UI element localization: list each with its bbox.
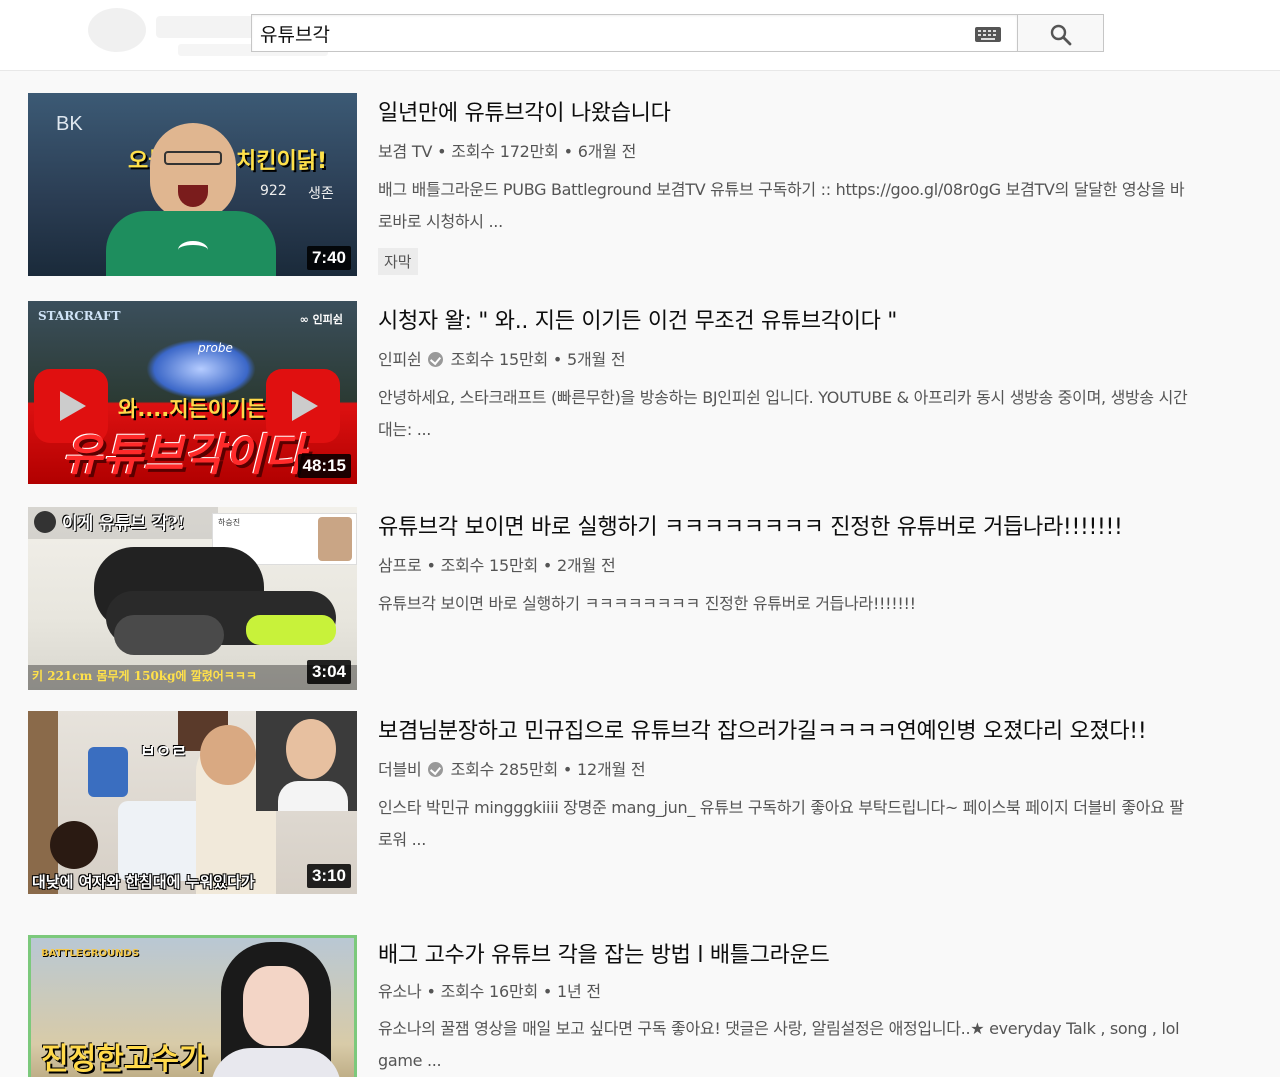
masthead [0,0,1280,71]
thumb-text: ㅂㅇㄹ [140,742,187,762]
thumb-text: 키 221cm 몸무게 150kg에 깔렸어ㅋㅋㅋ [32,669,257,683]
video-thumbnail[interactable]: STARCRAFT ∞ 인피쉰 probe 와....지든이기든 유튜브각이다 … [28,301,357,484]
video-meta: 삼프로 • 조회수 15만회 • 2개월 전 [378,556,616,575]
video-info: 일년만에 유튜브각이 나왔습니다 보겸 TV • 조회수 172만회 • 6개월… [378,93,1185,275]
view-count: 조회수 15만회 [440,556,539,575]
channel-name[interactable]: 삼프로 [378,556,422,575]
video-thumbnail[interactable]: 이게 유튜브 각?! 하승진 키 221cm 몸무게 150kg에 깔렸어ㅋㅋㅋ… [28,507,357,690]
video-meta: 더블비 조회수 285만회 • 12개월 전 [378,760,646,779]
verified-icon [427,762,443,777]
video-duration: 3:10 [306,864,351,888]
channel-name[interactable]: 보겸 TV [378,142,432,161]
search-box [251,14,1018,52]
upload-age: 2개월 전 [557,556,616,575]
upload-age: 12개월 전 [577,760,646,779]
thumb-text: 이게 유튜브 각?! [62,514,186,534]
keyboard-icon[interactable] [975,27,1001,42]
view-count: 조회수 15만회 [450,350,549,369]
video-duration: 7:40 [306,246,351,270]
video-info: 배그 고수가 유튜브 각을 잡는 방법 l 배틀그라운드 유소나 • 조회수 1… [378,935,1180,1077]
video-info: 유튜브각 보이면 바로 실행하기 ㅋㅋㅋㅋㅋㅋㅋㅋ 진정한 유튜버로 거듭나라!… [378,507,1178,620]
video-title[interactable]: 시청자 왈: " 와.. 지든 이기든 이건 무조건 유튜브각이다 " [378,301,1178,343]
upload-age: 1년 전 [557,982,601,1001]
video-thumbnail[interactable]: ㅂㅇㄹ 대낮에 여자와 한침대에 누워있다가 3:10 [28,711,357,894]
thumb-text: BATTLEGROUNDS [41,948,140,959]
video-title[interactable]: 유튜브각 보이면 바로 실행하기 ㅋㅋㅋㅋㅋㅋㅋㅋ 진정한 유튜버로 거듭나라!… [378,507,1178,549]
thumb-text: ∞ 인피쉰 [299,313,343,326]
video-description: 유소나의 꿀잼 영상을 매일 보고 싶다면 구독 좋아요! 댓글은 사랑, 알림… [378,1019,1180,1070]
channel-name[interactable]: 더블비 [378,760,422,779]
video-meta: 인피쉰 조회수 15만회 • 5개월 전 [378,350,626,369]
search-icon [1050,24,1072,46]
thumb-text: probe [198,341,233,355]
channel-name[interactable]: 유소나 [378,982,422,1001]
view-count: 조회수 172만회 [451,142,559,161]
thumb-text: 하승진 [218,518,241,527]
view-count: 조회수 285만회 [450,760,559,779]
video-meta: 유소나 • 조회수 16만회 • 1년 전 [378,982,601,1001]
verified-icon [427,352,443,367]
search-input[interactable] [260,19,960,47]
video-description: 유튜브각 보이면 바로 실행하기 ㅋㅋㅋㅋㅋㅋㅋㅋ 진정한 유튜버로 거듭나라!… [378,594,916,613]
video-thumbnail[interactable]: BATTLEGROUNDS 진정한고수가 [28,935,357,1077]
video-description: 배그 배틀그라운드 PUBG Battleground 보겸TV 유튜브 구독하… [378,180,1185,231]
thumb-text: 진정한고수가 [41,1042,207,1077]
thumb-text: 생존 [308,186,334,202]
search-button[interactable] [1017,14,1104,52]
video-thumbnail[interactable]: BK 오늘 치킨이닭! 922 생존 7:40 [28,93,357,276]
video-title[interactable]: 보겸님분장하고 민규집으로 유튜브각 잡으러가길ㅋㅋㅋㅋ연예인병 오졌다리 오졌… [378,711,1178,753]
video-title[interactable]: 일년만에 유튜브각이 나왔습니다 [378,93,1178,135]
thumb-text: 922 [260,183,287,199]
video-duration: 48:15 [297,454,351,478]
thumb-text: 치킨이닭! [236,149,327,174]
thumb-text: STARCRAFT [38,309,121,323]
channel-name[interactable]: 인피쉰 [378,350,422,369]
video-meta: 보겸 TV • 조회수 172만회 • 6개월 전 [378,142,637,161]
view-count: 조회수 16만회 [440,982,539,1001]
video-title[interactable]: 배그 고수가 유튜브 각을 잡는 방법 l 배틀그라운드 [378,935,1178,977]
upload-age: 5개월 전 [567,350,626,369]
video-description: 안녕하세요, 스타크래프트 (빠른무한)을 방송하는 BJ인피쉰 입니다. YO… [378,388,1188,439]
video-info: 보겸님분장하고 민규집으로 유튜브각 잡으러가길ㅋㅋㅋㅋ연예인병 오졌다리 오졌… [378,711,1184,856]
video-description: 인스타 박민규 mingggkiiii 장명준 mang_jun_ 유튜브 구독… [378,798,1184,849]
thumb-text: 대낮에 여자와 한침대에 누워있다가 [32,873,255,891]
thumb-text: BK [56,113,83,135]
subtitle-badge: 자막 [378,248,418,275]
thumb-text: 유튜브각이다 [62,430,305,481]
video-duration: 3:04 [306,660,351,684]
video-info: 시청자 왈: " 와.. 지든 이기든 이건 무조건 유튜브각이다 " 인피쉰 조… [378,301,1188,446]
upload-age: 6개월 전 [577,142,637,161]
